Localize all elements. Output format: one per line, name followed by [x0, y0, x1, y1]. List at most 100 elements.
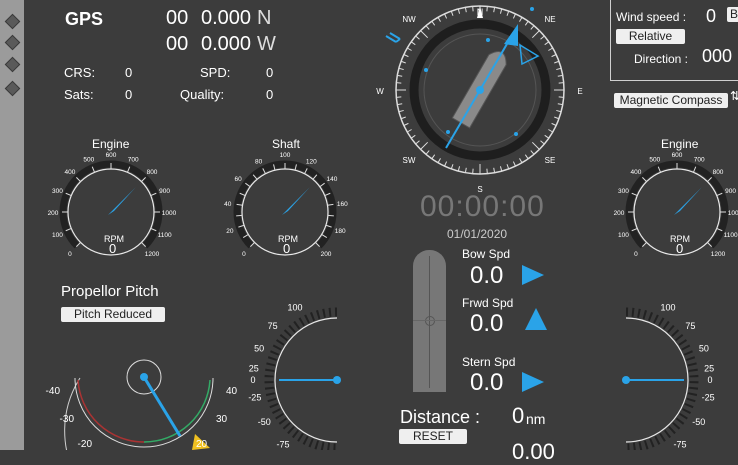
- pitch-tick: -30: [60, 414, 75, 425]
- engine-right-value: 0: [676, 241, 683, 256]
- rudder-dial-right: 1007550250-25-50-75: [600, 288, 738, 450]
- pitch-status-button[interactable]: Pitch Reduced: [61, 307, 165, 322]
- gauge-tick-label: 600: [672, 152, 683, 159]
- forward-speed-value: 0.0: [470, 310, 503, 338]
- elapsed-time: 00:00:00: [420, 190, 545, 224]
- gauge-tick-label: 700: [694, 156, 705, 163]
- stern-speed-label: Stern Spd: [462, 355, 515, 369]
- wind-unit-button[interactable]: B: [727, 7, 738, 22]
- compass-center: [476, 86, 484, 94]
- latitude-degrees: 00: [166, 7, 188, 30]
- gauge-tick-label: 800: [147, 169, 158, 176]
- magnetic-compass-button[interactable]: Magnetic Compass: [614, 93, 728, 108]
- rudder-tick-label: -50: [258, 417, 271, 427]
- wind-speed-label: Wind speed :: [616, 10, 686, 24]
- longitude-hemisphere: W: [257, 33, 276, 56]
- rudder-tick-label: 75: [268, 321, 278, 331]
- gauge-tick-label: 1200: [145, 251, 160, 258]
- gauge-tick-label: 500: [83, 156, 94, 163]
- compass-e: E: [577, 87, 582, 96]
- wind-direction-value: 000: [702, 46, 732, 67]
- rudder-tick-label: -50: [692, 417, 705, 427]
- toolbar-diamond-icon[interactable]: [5, 57, 21, 73]
- gauge-tick-label: 100: [52, 232, 63, 239]
- gauge-tick-label: 0: [68, 251, 72, 258]
- current-arrow-icon: [386, 33, 400, 42]
- gauge-tick-label: 140: [326, 176, 337, 183]
- shaft-value: 0: [283, 241, 290, 256]
- gauge-needle: [674, 187, 702, 215]
- gauge-tick-label: 700: [128, 156, 139, 163]
- gauge-tick-label: 500: [649, 156, 660, 163]
- sort-arrows-icon[interactable]: ⇅: [730, 89, 738, 103]
- rudder-tick-label: 50: [254, 344, 264, 354]
- rudder-tick-label: 0: [250, 375, 255, 385]
- forward-speed-label: Frwd Spd: [462, 296, 513, 310]
- gauge-tick-label: 1100: [158, 232, 172, 239]
- gauge-tick-label: 300: [618, 188, 629, 195]
- throttle-slider[interactable]: [413, 250, 446, 392]
- gauge-tick-label: 1100: [724, 232, 738, 239]
- rudder-tick-label: 50: [699, 344, 709, 354]
- gauge-tick-label: 800: [713, 169, 724, 176]
- toolbar-diamond-icon[interactable]: [5, 81, 21, 97]
- left-toolbar: [0, 0, 24, 450]
- engine-left-title: Engine: [92, 137, 129, 151]
- compass-se: SE: [545, 156, 556, 165]
- wind-speed-value: 0: [706, 6, 716, 27]
- throttle-handle[interactable]: [425, 316, 435, 326]
- gauge-tick-label: 20: [226, 228, 234, 235]
- crs-value: 0: [125, 65, 132, 80]
- gauge-tick-label: 200: [321, 251, 332, 258]
- gauge-tick-label: 1000: [162, 210, 177, 217]
- pitch-tick: -20: [78, 439, 93, 450]
- compass-nw: NW: [402, 15, 416, 24]
- rudder-tick-label: -25: [248, 392, 261, 402]
- pitch-tick: -40: [46, 386, 61, 397]
- longitude-degrees: 00: [166, 33, 188, 56]
- rudder-tick-label: 25: [704, 363, 714, 373]
- distance-value: 0: [512, 403, 524, 429]
- crs-label: CRS:: [64, 65, 95, 80]
- rudder-tick-label: -25: [702, 392, 715, 402]
- gauge-tick-label: 160: [337, 201, 348, 208]
- rudder-tick-label: 0: [707, 375, 712, 385]
- gauge-needle: [108, 187, 136, 215]
- toolbar-diamond-icon[interactable]: [5, 14, 21, 30]
- gauge-tick-label: 600: [106, 152, 117, 159]
- gauge-tick-label: 400: [65, 169, 76, 176]
- stern-speed-value: 0.0: [470, 369, 503, 397]
- gauge-tick-label: 180: [335, 228, 346, 235]
- date-display: 01/01/2020: [447, 227, 507, 241]
- spd-label: SPD:: [200, 65, 230, 80]
- gauge-tick-label: 80: [255, 158, 263, 165]
- gauge-tick-label: 60: [234, 176, 242, 183]
- gauge-tick-label: 1200: [711, 251, 726, 258]
- quality-label: Quality:: [180, 87, 224, 102]
- gauge-tick-label: 900: [159, 188, 170, 195]
- shaft-title: Shaft: [272, 137, 300, 151]
- compass-w: W: [376, 87, 384, 96]
- pitch-tick: 20: [196, 439, 208, 450]
- distance-second-value: 0.00: [512, 439, 555, 465]
- latitude-hemisphere: N: [257, 7, 271, 30]
- spd-value: 0: [266, 65, 273, 80]
- bow-speed-value: 0.0: [470, 262, 503, 290]
- compass-sw: SW: [403, 156, 416, 165]
- gauge-tick-label: 300: [52, 188, 63, 195]
- rudder-tick-label: 100: [287, 302, 302, 312]
- gauge-tick-label: 0: [242, 251, 246, 258]
- reset-button[interactable]: RESET: [399, 429, 467, 444]
- rudder-tick-label: 100: [660, 302, 675, 312]
- propeller-pitch-gauge: -40 -30 -20 40 30 20: [30, 350, 260, 450]
- relative-button[interactable]: Relative: [616, 29, 685, 44]
- rudder-tick-label: 25: [249, 363, 259, 373]
- gauge-tick-label: 0: [634, 251, 638, 258]
- wind-panel-border: [610, 0, 611, 80]
- stern-thruster-right-icon: [522, 372, 546, 394]
- rudder-tick-label: 75: [685, 321, 695, 331]
- rudder-dial-left: 1007550250-25-50-75: [245, 288, 410, 450]
- gauge-tick-label: 40: [224, 201, 232, 208]
- longitude-minutes: 0.000: [201, 33, 251, 56]
- toolbar-diamond-icon[interactable]: [5, 35, 21, 51]
